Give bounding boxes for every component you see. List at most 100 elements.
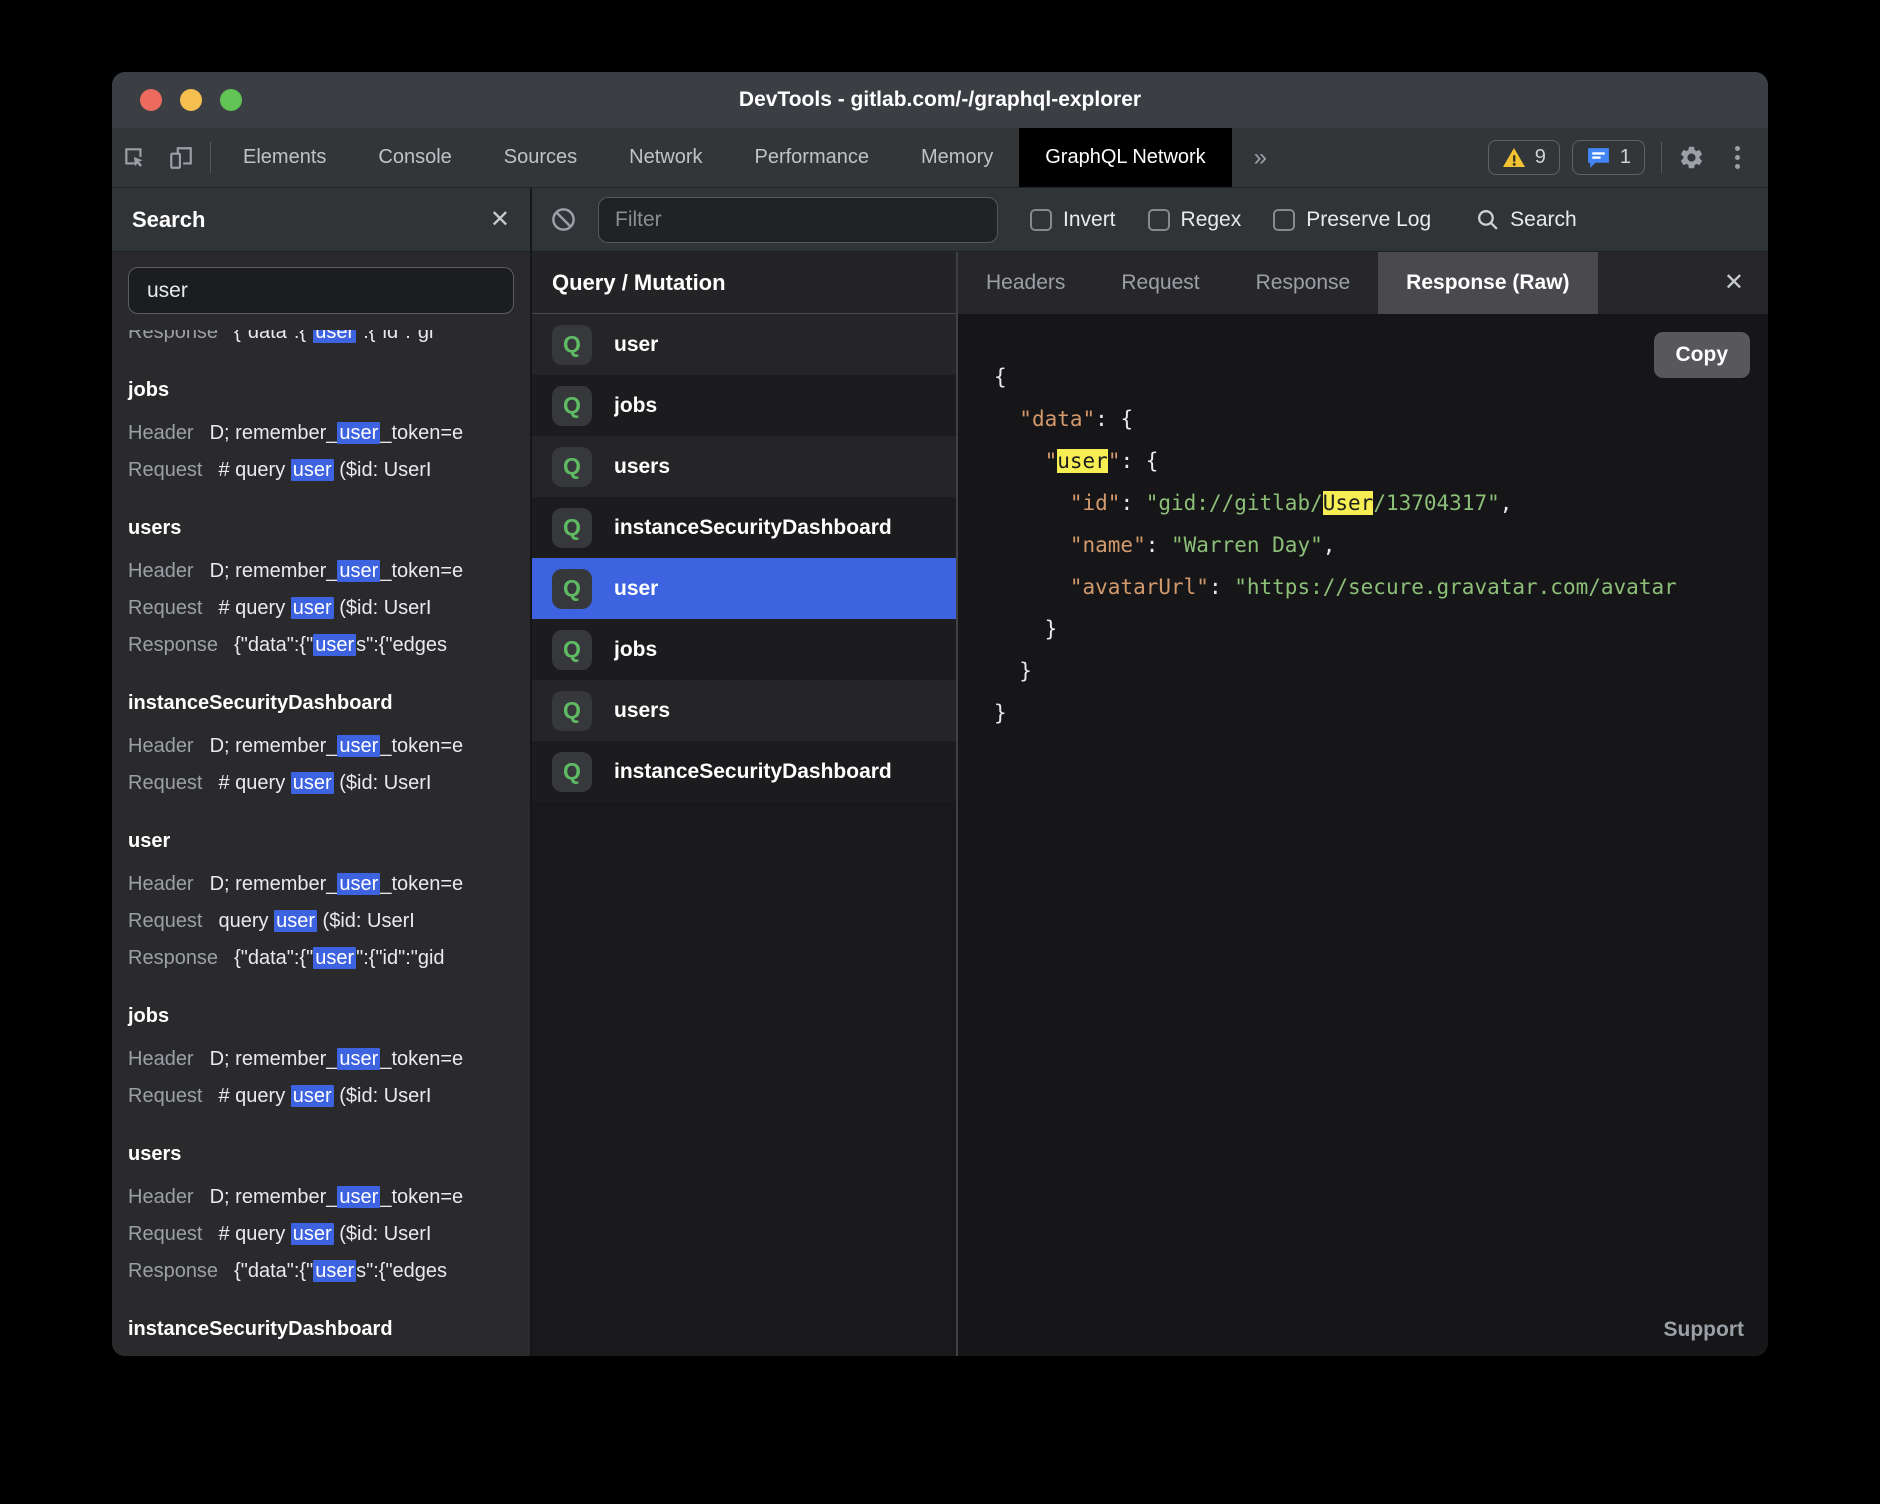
search-result-line[interactable]: Response{"data":{"users":{"edges	[128, 1253, 530, 1290]
search-result-line[interactable]: Request# query user ($id: UserI	[128, 590, 530, 627]
search-result-operation-name[interactable]: instanceSecurityDashboard	[128, 684, 530, 722]
search-match-highlight: user	[337, 560, 380, 582]
detail-tab-headers[interactable]: Headers	[958, 252, 1093, 314]
search-result-operation-name[interactable]: users	[128, 509, 530, 547]
tab-network[interactable]: Network	[603, 128, 728, 187]
query-list-item-label: instanceSecurityDashboard	[614, 516, 892, 540]
search-panel-close-icon[interactable]: ✕	[490, 208, 510, 232]
tab-console[interactable]: Console	[352, 128, 477, 187]
minimize-window-button[interactable]	[180, 89, 202, 111]
issues-badge[interactable]: 1	[1572, 140, 1645, 175]
inspect-element-icon[interactable]	[112, 128, 158, 187]
search-result-line[interactable]: HeaderD; remember_user_token=e	[128, 1041, 530, 1078]
search-result-text: D; remember_	[210, 1048, 338, 1070]
kebab-menu-icon[interactable]	[1714, 128, 1760, 187]
search-result-line[interactable]: Request# query user ($id: UserI	[128, 1078, 530, 1115]
regex-checkbox[interactable]: Regex	[1148, 208, 1242, 232]
search-result-section: jobsHeaderD; remember_user_token=eReques…	[128, 997, 530, 1115]
query-list: QuserQjobsQusersQinstanceSecurityDashboa…	[532, 314, 956, 802]
json-token: }	[994, 659, 1032, 683]
query-list-item[interactable]: Quser	[532, 314, 956, 375]
close-window-button[interactable]	[140, 89, 162, 111]
query-list-header: Query / Mutation	[532, 252, 956, 314]
message-icon	[1586, 146, 1611, 169]
search-result-text: query	[219, 910, 275, 932]
settings-gear-icon[interactable]	[1668, 128, 1714, 187]
query-list-item[interactable]: Qusers	[532, 680, 956, 741]
tab-graphql-network[interactable]: GraphQL Network	[1019, 128, 1231, 187]
search-result-section: instanceSecurityDashboard Header D; rememb…	[128, 684, 530, 802]
search-result-line[interactable]: HeaderD; remember_user_token=e	[128, 553, 530, 590]
search-result-text: ($id: UserI	[317, 910, 415, 932]
search-result-line[interactable]: Requestquery user ($id: UserI	[128, 903, 530, 940]
search-result-line[interactable]: Response{"data":{"user":{"id":"gid	[128, 940, 530, 977]
query-list-item[interactable]: Qjobs	[532, 375, 956, 436]
tab-sources[interactable]: Sources	[478, 128, 603, 187]
query-list-item[interactable]: QinstanceSecurityDashboard	[532, 497, 956, 558]
invert-checkbox[interactable]: Invert	[1030, 208, 1116, 232]
search-result-line[interactable]: Request# query user ($id: UserI	[128, 452, 530, 489]
search-result-line-label: Header	[128, 735, 194, 757]
search-result-line[interactable]: Response{"data":{"users":{"edges	[128, 627, 530, 664]
tab-performance[interactable]: Performance	[729, 128, 896, 187]
search-result-line[interactable]: Request# query user ($id: UserI	[128, 765, 530, 802]
search-input[interactable]	[128, 267, 514, 314]
detail-tab-response-raw[interactable]: Response (Raw)	[1378, 252, 1597, 314]
query-list-item[interactable]: Qusers	[532, 436, 956, 497]
search-result-line[interactable]: HeaderD; remember_user_token=e	[128, 415, 530, 452]
search-result-text: s":{"edges	[356, 1260, 447, 1282]
search-result-text: D; remember_	[210, 735, 338, 757]
query-list-item-label: user	[614, 577, 658, 601]
detail-tab-request[interactable]: Request	[1093, 252, 1227, 314]
search-result-operation-name[interactable]: user	[128, 822, 530, 860]
search-match-highlight: user	[313, 330, 356, 343]
search-result-line[interactable]: HeaderD; remember_user_token=e	[128, 866, 530, 903]
search-result-operation-name[interactable]: jobs	[128, 371, 530, 409]
window-title: DevTools - gitlab.com/-/graphql-explorer	[112, 88, 1768, 112]
network-main-area: Invert Regex Preserve Log Search Query / M…	[532, 188, 1768, 1356]
search-match-highlight: user	[291, 1085, 334, 1107]
more-tabs-button[interactable]: »	[1232, 128, 1289, 187]
copy-button[interactable]: Copy	[1654, 332, 1751, 378]
search-result-line-label: Header	[128, 1048, 194, 1070]
devtools-window: DevTools - gitlab.com/-/graphql-explorer…	[112, 72, 1768, 1356]
support-link[interactable]: Support	[1664, 1318, 1744, 1342]
search-result-text: # query	[219, 1085, 291, 1107]
search-result-operation-name[interactable]: jobs	[128, 997, 530, 1035]
search-panel: Search ✕ Response{"data":{"user":{"id":"…	[112, 188, 532, 1356]
warnings-badge[interactable]: 9	[1488, 140, 1560, 175]
search-result-line-label: Header	[128, 560, 194, 582]
search-result-line[interactable]: HeaderD; remember_user_token=e	[128, 1354, 530, 1356]
query-list-item[interactable]: QinstanceSecurityDashboard	[532, 741, 956, 802]
search-result-line[interactable]: HeaderD; remember_user_token=e	[128, 1179, 530, 1216]
tab-memory[interactable]: Memory	[895, 128, 1019, 187]
preserve-log-checkbox[interactable]: Preserve Log	[1273, 208, 1431, 232]
detail-tab-response[interactable]: Response	[1228, 252, 1379, 314]
checkbox-box	[1148, 209, 1170, 231]
json-line: }	[994, 650, 1768, 692]
search-result-line[interactable]: Request# query user ($id: UserI	[128, 1216, 530, 1253]
detail-panel: HeadersRequestResponseResponse (Raw) ✕ C…	[958, 252, 1768, 1356]
search-result-text: _token=e	[380, 560, 463, 582]
search-result-line-label: Request	[128, 1085, 203, 1107]
search-result-line[interactable]: Response{"data":{"user":{"id":"gi	[128, 330, 530, 351]
query-list-item[interactable]: Quser	[532, 558, 956, 619]
search-result-line[interactable]: HeaderD; remember_user_token=e	[128, 728, 530, 765]
json-token: :	[1209, 575, 1234, 599]
search-result-operation-name[interactable]: instanceSecurityDashboard	[128, 1310, 530, 1348]
split-view: Query / Mutation QuserQjobsQusersQinstan…	[532, 252, 1768, 1356]
filter-input[interactable]	[598, 197, 998, 243]
detail-close-icon[interactable]: ✕	[1700, 252, 1768, 314]
device-toolbar-icon[interactable]	[158, 128, 204, 187]
search-result-operation-name[interactable]: users	[128, 1135, 530, 1173]
tab-elements[interactable]: Elements	[217, 128, 352, 187]
zoom-window-button[interactable]	[220, 89, 242, 111]
search-match-highlight: user	[337, 422, 380, 444]
query-list-item[interactable]: Qjobs	[532, 619, 956, 680]
json-token: : {	[1120, 449, 1158, 473]
search-button[interactable]: Search	[1475, 207, 1577, 232]
search-result-section: Response{"data":{"user":{"id":"gi	[128, 330, 530, 351]
json-token	[994, 533, 1070, 557]
clear-log-icon[interactable]	[546, 206, 580, 233]
search-result-line-label: Request	[128, 772, 203, 794]
